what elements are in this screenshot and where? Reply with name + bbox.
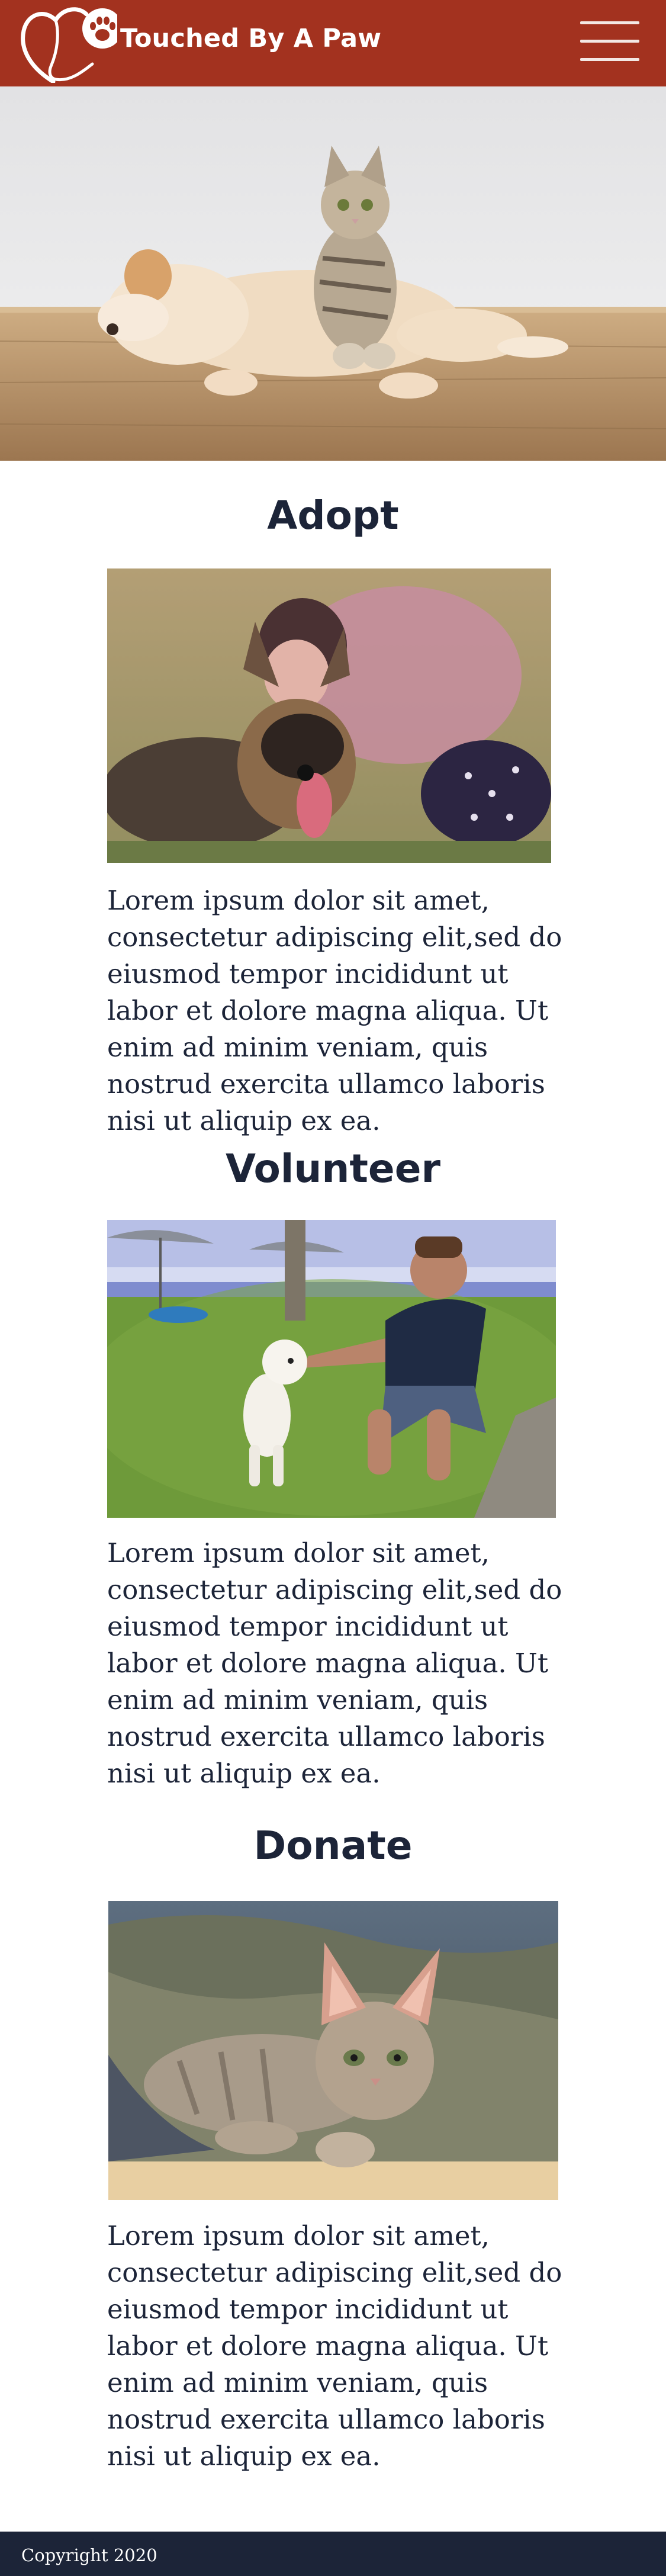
site-brand-name[interactable]: Touched By A Paw	[120, 24, 381, 53]
site-header: Touched By A Paw	[0, 0, 666, 86]
donate-description: Lorem ipsum dolor sit amet, consectetur …	[107, 2220, 562, 2472]
adopt-photo	[107, 568, 551, 863]
copyright-text: Copyright 2020	[21, 2545, 157, 2565]
section-title-volunteer: Volunteer	[225, 1146, 441, 1191]
section-title-adopt: Adopt	[267, 493, 399, 538]
adopt-description: Lorem ipsum dolor sit amet, consectetur …	[107, 885, 562, 1136]
site-footer: Copyright 2020	[0, 2532, 666, 2576]
volunteer-photo	[107, 1220, 556, 1518]
hero-image	[0, 86, 666, 461]
section-title-donate: Donate	[253, 1823, 413, 1868]
heart-paw-logo-icon[interactable]	[17, 2, 123, 84]
hamburger-menu-icon[interactable]	[580, 21, 639, 62]
volunteer-description: Lorem ipsum dolor sit amet, consectetur …	[107, 1537, 562, 1789]
donate-photo	[108, 1901, 558, 2200]
